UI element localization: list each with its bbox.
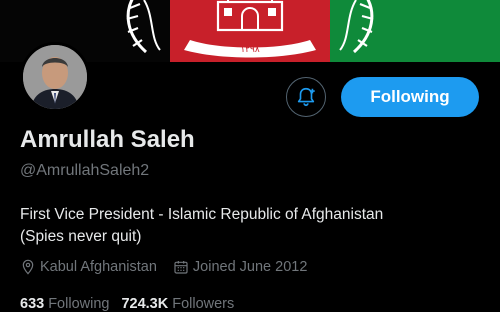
following-stat-link[interactable]: 633 Following bbox=[20, 296, 109, 312]
followers-count: 724.3K bbox=[121, 296, 169, 312]
followers-stat-link[interactable]: 724.3K Followers bbox=[121, 296, 234, 312]
location-item: Kabul Afghanistan bbox=[20, 259, 157, 275]
calendar-icon bbox=[174, 261, 188, 274]
follow-stats: 633 Following 724.3K Followers bbox=[20, 296, 246, 312]
bio-line: First Vice President - Islamic Republic … bbox=[20, 206, 384, 223]
user-handle: @AmrullahSaleh2 bbox=[20, 162, 150, 179]
avatar-photo bbox=[23, 45, 87, 109]
bio-line: (Spies never quit) bbox=[20, 228, 142, 245]
profile-avatar[interactable] bbox=[20, 42, 90, 112]
following-button[interactable]: Following bbox=[341, 77, 479, 117]
joined-text: Joined June 2012 bbox=[192, 259, 308, 275]
notifications-button[interactable] bbox=[286, 77, 326, 117]
afghan-emblem-icon: ۱۲۹۸ bbox=[126, 0, 374, 58]
bell-plus-icon bbox=[297, 87, 315, 107]
location-text: Kabul Afghanistan bbox=[40, 259, 157, 275]
display-name: Amrullah Saleh bbox=[20, 126, 195, 153]
followers-stat-label: Followers bbox=[172, 296, 235, 312]
profile-meta: Kabul Afghanistan Joined June 2012 bbox=[20, 259, 323, 275]
following-stat-label: Following bbox=[48, 296, 110, 312]
location-pin-icon bbox=[22, 259, 34, 275]
following-count: 633 bbox=[20, 296, 45, 312]
joined-item: Joined June 2012 bbox=[173, 259, 308, 275]
svg-text:۱۲۹۸: ۱۲۹۸ bbox=[240, 45, 260, 55]
profile-bio: First Vice President - Islamic Republic … bbox=[20, 204, 480, 248]
